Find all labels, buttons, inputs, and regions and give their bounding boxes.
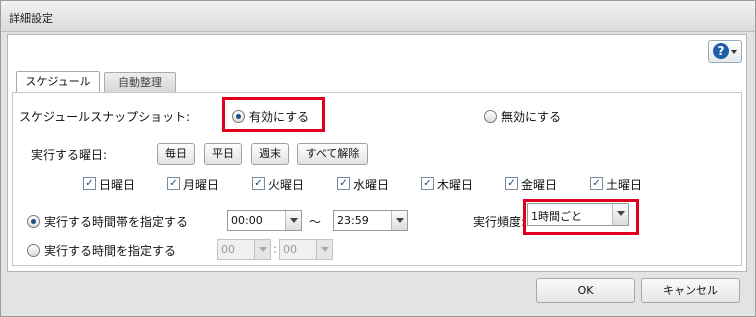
frequency-select[interactable]: 1時間ごと — [527, 203, 629, 226]
chevron-down-icon — [391, 211, 407, 230]
weekdays-button[interactable]: 平日 — [204, 143, 242, 165]
weekdays-label: 実行する曜日: — [31, 148, 108, 162]
start-time-value: 00:00 — [231, 214, 263, 227]
advanced-settings-dialog: 詳細設定 ? スケジュール 自動整理 スケジュールスナップショット: 有効にする… — [0, 0, 756, 317]
help-button[interactable]: ? — [708, 40, 742, 63]
everyday-button[interactable]: 毎日 — [157, 143, 195, 165]
end-time-value: 23:59 — [337, 214, 369, 227]
day-checkbox-wed[interactable]: ✓ — [337, 177, 350, 190]
day-checkbox-mon[interactable]: ✓ — [167, 177, 180, 190]
snapshot-enable-label: 有効にする — [249, 110, 310, 124]
day-label-wed: 水曜日 — [353, 178, 390, 192]
time-fixed-label: 実行する時間を指定する — [44, 244, 177, 258]
question-circle-icon: ? — [713, 43, 729, 59]
minute-select[interactable]: 00 — [279, 239, 333, 260]
day-label-sat: 土曜日 — [606, 178, 643, 192]
dialog-titlebar: 詳細設定 — [1, 1, 755, 32]
weekend-button[interactable]: 週末 — [251, 143, 289, 165]
chevron-down-icon — [731, 50, 737, 54]
time-range-radio[interactable] — [27, 215, 40, 228]
hour-select[interactable]: 00 — [217, 239, 271, 260]
snapshot-disable-label: 無効にする — [501, 110, 562, 124]
chevron-down-icon — [316, 240, 332, 259]
schedule-tab-content: スケジュールスナップショット: 有効にする 無効にする 実行する曜日: 毎日 平… — [12, 92, 742, 266]
day-checkbox-sun[interactable]: ✓ — [83, 177, 96, 190]
frequency-label: 実行頻度: — [473, 215, 526, 229]
day-label-sun: 日曜日 — [99, 178, 136, 192]
chevron-down-icon — [285, 211, 301, 230]
snapshot-disable-radio[interactable] — [484, 110, 497, 123]
day-checkbox-fri[interactable]: ✓ — [505, 177, 518, 190]
chevron-down-icon — [254, 240, 270, 259]
day-label-fri: 金曜日 — [521, 178, 558, 192]
start-time-select[interactable]: 00:00 — [227, 210, 302, 231]
time-colon: : — [273, 242, 278, 256]
tab-auto-cleanup[interactable]: 自動整理 — [104, 72, 176, 93]
cancel-button[interactable]: キャンセル — [641, 278, 740, 303]
snapshot-enable-radio[interactable] — [232, 110, 245, 123]
tab-schedule[interactable]: スケジュール — [16, 71, 100, 94]
day-checkbox-thu[interactable]: ✓ — [421, 177, 434, 190]
time-range-separator: ～ — [309, 215, 322, 229]
settings-panel: ? スケジュール 自動整理 スケジュールスナップショット: 有効にする 無効にす… — [7, 34, 747, 272]
day-checkbox-sat[interactable]: ✓ — [590, 177, 603, 190]
ok-button[interactable]: OK — [536, 278, 635, 303]
time-fixed-radio[interactable] — [27, 244, 40, 257]
end-time-select[interactable]: 23:59 — [333, 210, 408, 231]
day-label-mon: 月曜日 — [183, 178, 220, 192]
schedule-snapshot-label: スケジュールスナップショット: — [19, 110, 191, 124]
minute-value: 00 — [283, 243, 297, 256]
day-label-thu: 木曜日 — [437, 178, 474, 192]
day-label-tue: 火曜日 — [268, 178, 305, 192]
chevron-down-icon — [612, 204, 628, 225]
hour-value: 00 — [221, 243, 235, 256]
time-range-label: 実行する時間帯を指定する — [44, 215, 189, 229]
frequency-value: 1時間ごと — [531, 210, 582, 223]
clear-all-button[interactable]: すべて解除 — [297, 143, 368, 165]
day-checkbox-tue[interactable]: ✓ — [252, 177, 265, 190]
dialog-title: 詳細設定 — [9, 12, 53, 25]
